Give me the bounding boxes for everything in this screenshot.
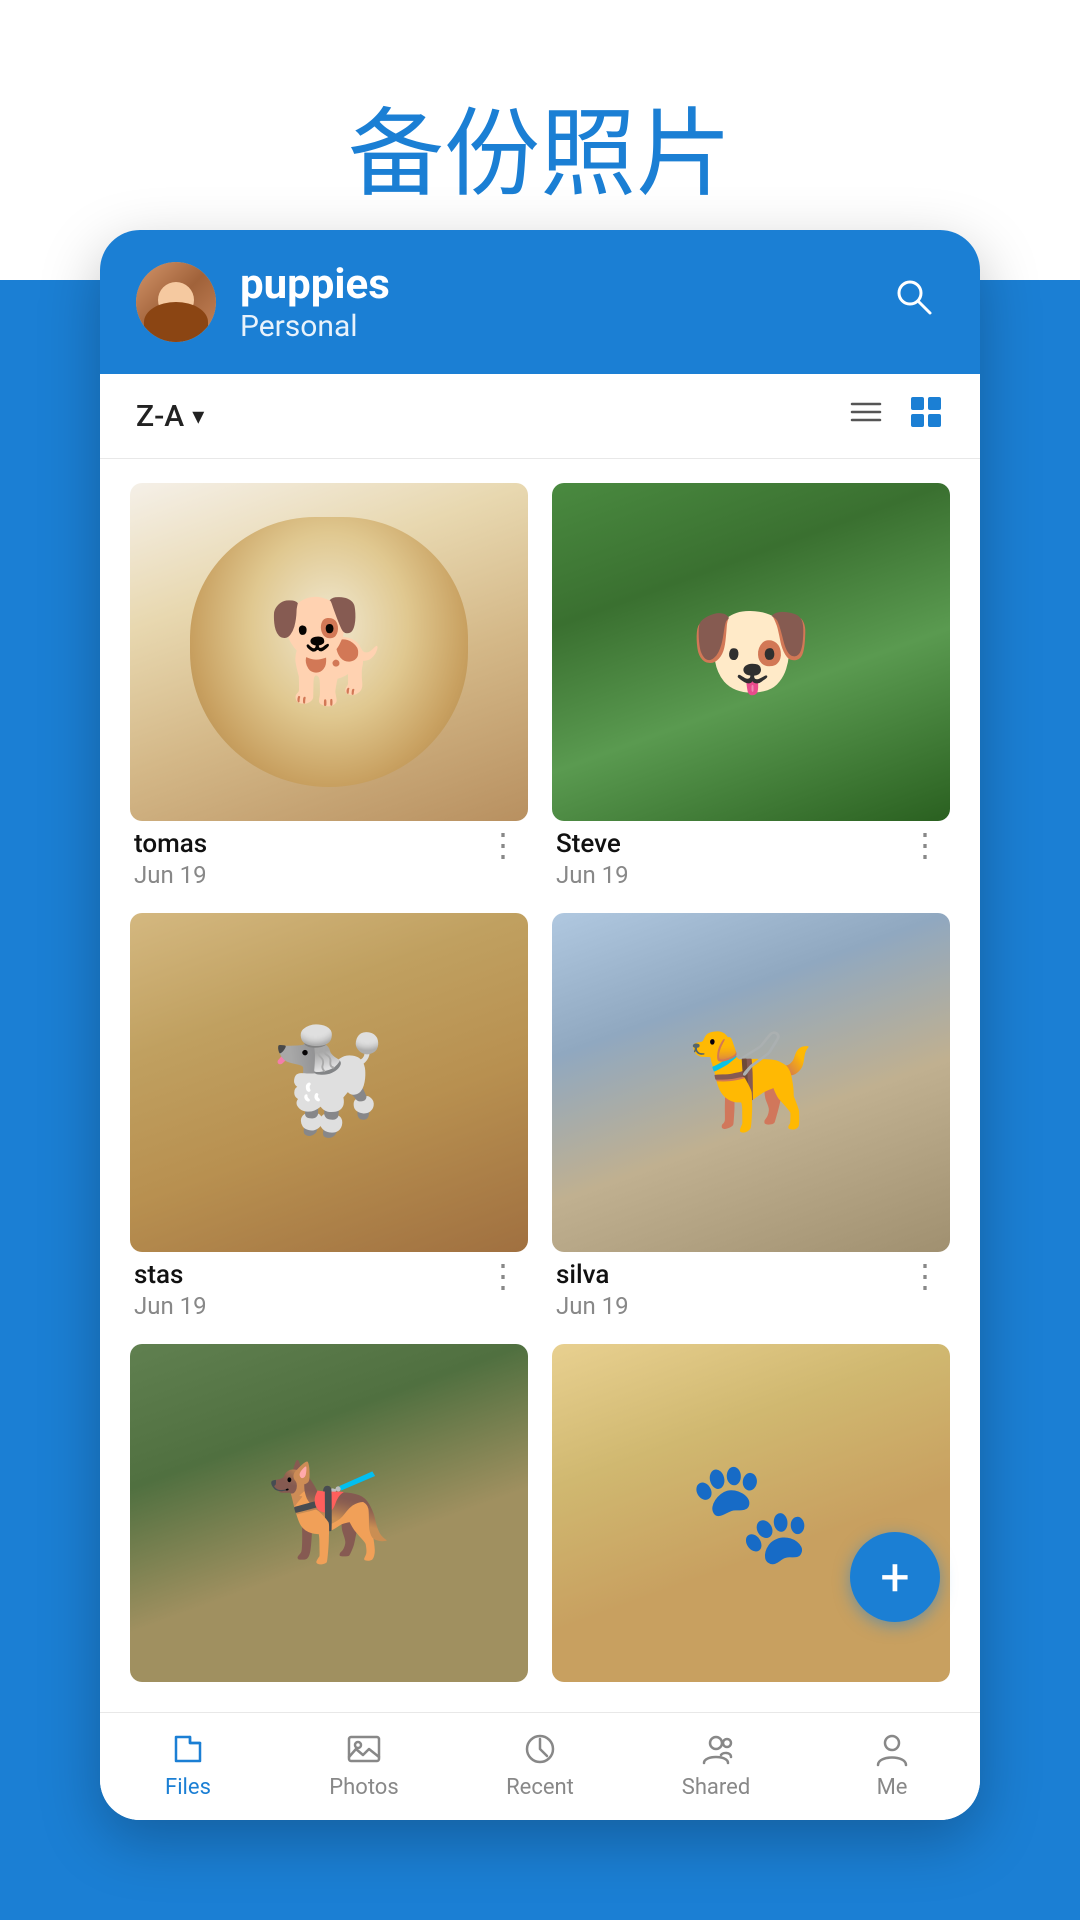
more-options-button[interactable]: ⋮ (905, 829, 946, 861)
nav-item-me[interactable]: Me (842, 1729, 942, 1800)
file-item: tomas Jun 19 ⋮ (130, 483, 528, 889)
sort-control[interactable]: Z-A ▾ (136, 399, 204, 434)
file-info: Steve Jun 19 ⋮ (552, 821, 950, 889)
file-info: silva Jun 19 ⋮ (552, 1252, 950, 1320)
app-header: puppies Personal (100, 230, 980, 374)
nav-label-photos: Photos (329, 1775, 398, 1800)
nav-item-files[interactable]: Files (138, 1729, 238, 1800)
avatar-image (136, 262, 216, 342)
nav-item-recent[interactable]: Recent (490, 1729, 590, 1800)
file-name: silva (556, 1260, 905, 1290)
file-date: Jun 19 (556, 861, 905, 889)
file-thumbnail[interactable] (130, 913, 528, 1251)
more-options-button[interactable]: ⋮ (905, 1260, 946, 1292)
file-date: Jun 19 (556, 1292, 905, 1320)
header-text: puppies Personal (240, 260, 860, 344)
file-name: Steve (556, 829, 905, 859)
file-item: Steve Jun 19 ⋮ (552, 483, 950, 889)
nav-label-me: Me (877, 1775, 908, 1800)
file-date: Jun 19 (134, 1292, 483, 1320)
file-info: stas Jun 19 ⋮ (130, 1252, 528, 1320)
view-controls (848, 394, 944, 438)
file-thumbnail[interactable] (552, 913, 950, 1251)
avatar (136, 262, 216, 342)
file-name: stas (134, 1260, 483, 1290)
grid-view-button[interactable] (908, 394, 944, 438)
add-button[interactable]: + (850, 1532, 940, 1622)
list-view-button[interactable] (848, 394, 884, 438)
page-title-text: 备份照片 (348, 76, 732, 215)
file-meta: silva Jun 19 (556, 1260, 905, 1320)
file-meta: stas Jun 19 (134, 1260, 483, 1320)
file-item: stas Jun 19 ⋮ (130, 913, 528, 1319)
file-thumbnail[interactable] (130, 483, 528, 821)
file-date: Jun 19 (134, 861, 483, 889)
folder-subtitle: Personal (240, 309, 860, 344)
file-info: tomas Jun 19 ⋮ (130, 821, 528, 889)
nav-label-recent: Recent (506, 1775, 574, 1800)
phone-card: puppies Personal Z-A ▾ (100, 230, 980, 1820)
nav-item-photos[interactable]: Photos (314, 1729, 414, 1800)
file-thumbnail[interactable] (552, 1344, 950, 1682)
file-item (552, 1344, 950, 1682)
nav-label-files: Files (165, 1775, 211, 1800)
folder-name: puppies (240, 260, 860, 309)
search-button[interactable] (884, 267, 944, 337)
file-meta: tomas Jun 19 (134, 829, 483, 889)
file-thumbnail[interactable] (552, 483, 950, 821)
file-name: tomas (134, 829, 483, 859)
toolbar: Z-A ▾ (100, 374, 980, 459)
more-options-button[interactable]: ⋮ (483, 1260, 524, 1292)
nav-label-shared: Shared (682, 1775, 750, 1800)
nav-item-shared[interactable]: Shared (666, 1729, 766, 1800)
sort-label: Z-A (136, 399, 184, 434)
file-item: silva Jun 19 ⋮ (552, 913, 950, 1319)
file-item (130, 1344, 528, 1682)
more-options-button[interactable]: ⋮ (483, 829, 524, 861)
files-grid: tomas Jun 19 ⋮ Steve Jun 19 ⋮ stas (100, 459, 980, 1712)
file-thumbnail[interactable] (130, 1344, 528, 1682)
sort-chevron-icon: ▾ (192, 402, 204, 430)
bottom-nav: Files Photos Recent (100, 1712, 980, 1820)
file-meta: Steve Jun 19 (556, 829, 905, 889)
